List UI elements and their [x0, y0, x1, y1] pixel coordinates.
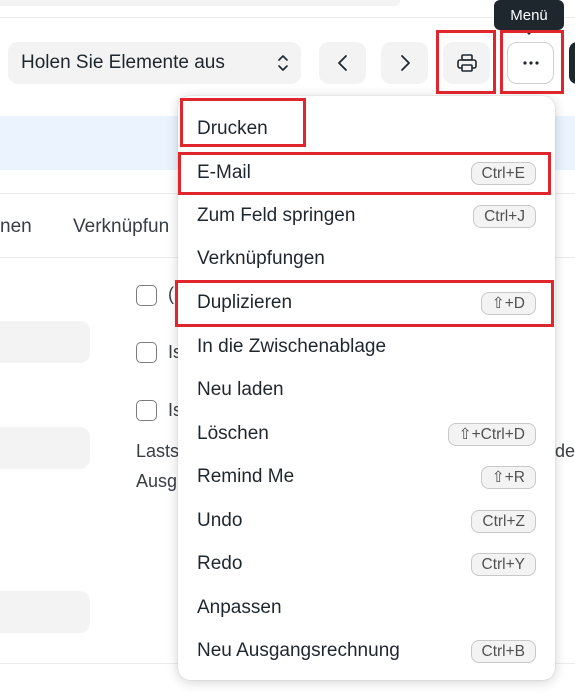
- menu-item-label: Duplizieren: [197, 292, 293, 313]
- shortcut-badge: Ctrl+J: [473, 205, 536, 228]
- menu-item-copy-to-clipboard[interactable]: In die Zwischenablage: [178, 327, 555, 367]
- primary-button-edge[interactable]: [569, 42, 575, 84]
- menu-item-label: Zum Feld springen: [197, 205, 356, 226]
- menu-item-jump-to-field[interactable]: Zum Feld springen Ctrl+J: [178, 196, 555, 236]
- menu-item-duplicate[interactable]: Duplizieren ⇧+D: [178, 283, 555, 323]
- menu-item-label: E-Mail: [197, 162, 251, 183]
- input-field[interactable]: [0, 427, 90, 469]
- get-items-from-select[interactable]: Holen Sie Elemente aus: [8, 42, 301, 84]
- checkbox[interactable]: [136, 285, 157, 306]
- checkbox-label: (: [168, 284, 174, 304]
- menu-item-remind-me[interactable]: Remind Me ⇧+R: [178, 457, 555, 497]
- menu-item-label: Verknüpfungen: [197, 248, 325, 269]
- shortcut-badge: Ctrl+Z: [471, 510, 536, 533]
- menu-item-reload[interactable]: Neu laden: [178, 370, 555, 410]
- menu-item-label: Löschen: [197, 423, 269, 444]
- menu-item-new-sales-invoice[interactable]: Neu Ausgangsrechnung Ctrl+B: [178, 631, 555, 671]
- menu-item-label: Remind Me: [197, 466, 295, 487]
- previous-button[interactable]: [319, 42, 366, 84]
- tooltip-text: Menü: [510, 6, 548, 24]
- field-label: de: [555, 441, 575, 461]
- menu-item-customize[interactable]: Anpassen: [178, 588, 555, 628]
- menu-item-delete[interactable]: Löschen ⇧+Ctrl+D: [178, 414, 555, 454]
- tab-connections[interactable]: Verknüpfun: [73, 216, 169, 238]
- menu-item-email[interactable]: E-Mail Ctrl+E: [178, 153, 555, 193]
- menu-item-label: Undo: [197, 510, 243, 531]
- next-button[interactable]: [381, 42, 428, 84]
- input-field[interactable]: [0, 591, 90, 633]
- ellipsis-icon: [522, 61, 539, 65]
- divider: [0, 17, 575, 18]
- shortcut-badge: Ctrl+E: [470, 162, 536, 185]
- select-label: Holen Sie Elemente aus: [21, 52, 225, 73]
- checkbox[interactable]: [136, 400, 157, 421]
- printer-icon: [456, 54, 477, 72]
- shortcut-badge: ⇧+Ctrl+D: [447, 423, 536, 446]
- shortcut-badge: ⇧+D: [480, 292, 536, 315]
- menu-item-label: Anpassen: [197, 597, 282, 618]
- chevron-up-down-icon: [278, 55, 288, 71]
- shortcut-badge: Ctrl+B: [470, 640, 536, 663]
- more-actions-menu: Drucken E-Mail Ctrl+E Zum Feld springen …: [178, 96, 555, 680]
- shortcut-badge: Ctrl+Y: [470, 553, 536, 576]
- menu-item-label: In die Zwischenablage: [197, 336, 387, 357]
- menu-item-label: Neu Ausgangsrechnung: [197, 640, 400, 661]
- top-field-fragment: [0, 0, 400, 6]
- tab-fragment[interactable]: nen: [0, 216, 32, 238]
- checkbox[interactable]: [136, 342, 157, 363]
- more-menu-button[interactable]: [507, 42, 554, 84]
- menu-item-redo[interactable]: Redo Ctrl+Y: [178, 544, 555, 584]
- print-button[interactable]: [443, 42, 490, 84]
- shortcut-badge: ⇧+R: [480, 466, 536, 489]
- menu-item-label: Neu laden: [197, 379, 284, 400]
- menu-item-label: Redo: [197, 553, 243, 574]
- field-label: Ausg: [136, 471, 178, 491]
- chevron-right-icon: [400, 55, 410, 71]
- input-field[interactable]: [0, 321, 90, 363]
- menu-item-drucken[interactable]: Drucken: [178, 109, 555, 149]
- chevron-left-icon: [337, 55, 347, 71]
- menu-item-label: Drucken: [197, 118, 268, 139]
- menu-item-undo[interactable]: Undo Ctrl+Z: [178, 501, 555, 541]
- field-label: Lasts: [136, 441, 180, 461]
- menu-item-links[interactable]: Verknüpfungen: [178, 239, 555, 279]
- menu-tooltip: Menü: [494, 0, 564, 35]
